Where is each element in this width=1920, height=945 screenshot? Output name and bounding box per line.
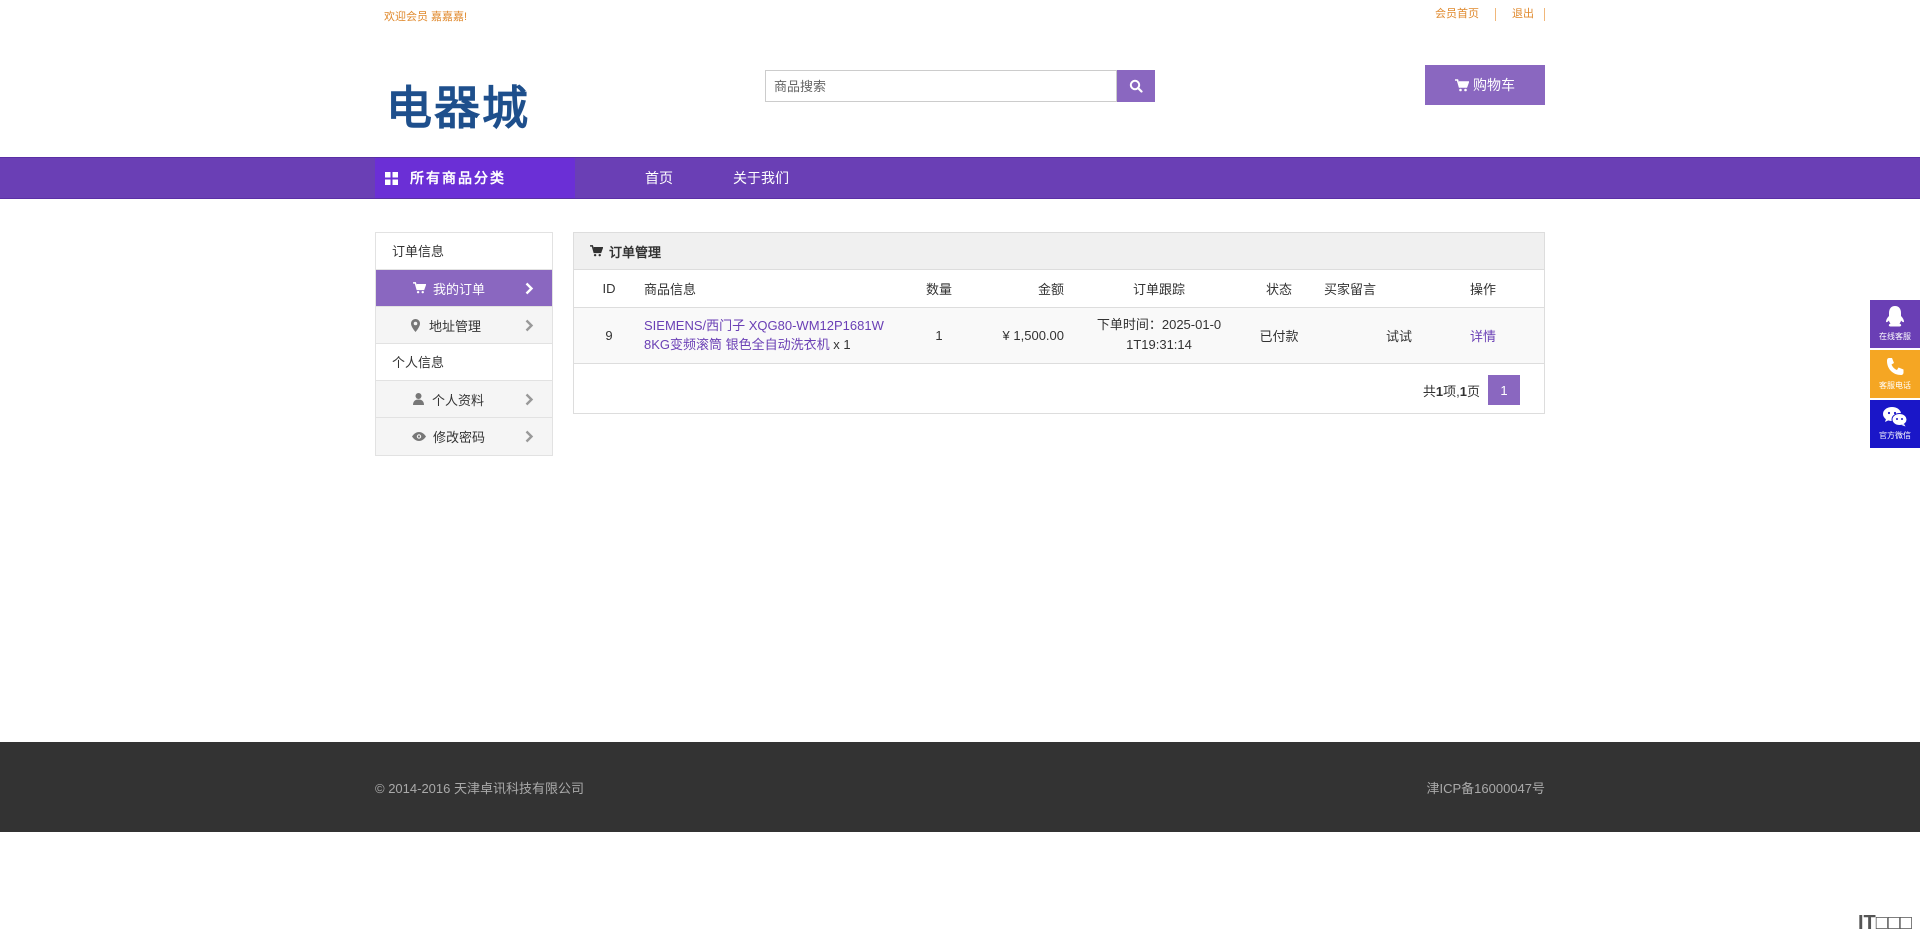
site-logo[interactable]: 电器城 (386, 72, 530, 138)
search-bar (765, 70, 1155, 102)
site-footer: © 2014-2016 天津卓讯科技有限公司 津ICP备16000047号 (0, 742, 1920, 832)
col-qty: 数量 (914, 270, 964, 308)
footer-copyright: © 2014-2016 天津卓讯科技有限公司 (375, 781, 584, 796)
order-id: 9 (574, 307, 644, 364)
top-links: 会员首页 退出 (1419, 8, 1545, 21)
user-icon (411, 393, 425, 405)
page-button-current[interactable]: 1 (1488, 375, 1520, 405)
col-status: 状态 (1244, 270, 1314, 308)
page: 欢迎会员 嘉嘉嘉! 会员首页 退出 电器城 购物车 (0, 0, 1920, 945)
float-label: 官方微信 (1879, 431, 1911, 440)
col-tracking: 订单跟踪 (1074, 270, 1244, 308)
nav-about-link[interactable]: 关于我们 (733, 158, 789, 198)
member-home-link[interactable]: 会员首页 (1419, 8, 1496, 21)
order-amount: ¥ 1,500.00 (964, 307, 1074, 364)
phone-icon (1887, 358, 1904, 375)
col-product: 商品信息 (644, 270, 914, 308)
float-label: 客服电话 (1879, 381, 1911, 390)
order-table: ID 商品信息 数量 金额 订单跟踪 状态 买家留言 操作 9 SIEMENS/… (574, 270, 1544, 364)
col-amount: 金额 (964, 270, 1074, 308)
panel-header: 订单管理 (574, 233, 1544, 270)
product-qty-suffix: x 1 (833, 337, 851, 352)
float-wechat[interactable]: 官方微信 (1870, 400, 1920, 448)
order-panel: 订单管理 ID 商品信息 数量 金额 订单跟踪 状态 买家留言 操作 9 SIE… (573, 232, 1545, 414)
table-header-row: ID 商品信息 数量 金额 订单跟踪 状态 买家留言 操作 (574, 270, 1544, 308)
pager-summary: 共1项,1页 (1422, 383, 1480, 399)
wechat-icon (1883, 407, 1907, 427)
map-marker-icon (408, 318, 422, 332)
order-product: SIEMENS/西门子 XQG80-WM12P1681W 8KG变频滚筒 银色全… (644, 307, 914, 364)
sidebar-item-password[interactable]: 修改密码 (376, 418, 552, 455)
sidebar-item-my-orders[interactable]: 我的订单 (376, 270, 552, 307)
sidebar-item-label: 个人资料 (432, 392, 485, 408)
cart-icon (590, 245, 603, 257)
cart-icon (412, 282, 426, 294)
sidebar-item-profile[interactable]: 个人资料 (376, 381, 552, 418)
col-message: 买家留言 (1314, 270, 1444, 308)
grid-icon (385, 171, 398, 185)
logout-link[interactable]: 退出 (1496, 8, 1545, 21)
col-action: 操作 (1444, 270, 1544, 308)
member-sidebar: 订单信息 我的订单 地址管理 个人信息 个人资料 修改密码 (375, 232, 553, 456)
nav-home-link[interactable]: 首页 (645, 158, 673, 198)
pagination: 共1项,1页 1 (1423, 375, 1520, 405)
table-row: 9 SIEMENS/西门子 XQG80-WM12P1681W 8KG变频滚筒 银… (574, 307, 1544, 364)
float-online-service[interactable]: 在线客服 (1870, 300, 1920, 348)
eye-icon (412, 432, 426, 441)
sidebar-group-orders: 订单信息 (376, 233, 552, 270)
search-button[interactable] (1117, 70, 1155, 102)
all-categories-label: 所有商品分类 (410, 170, 506, 186)
footer-icp[interactable]: 津ICP备16000047号 (1426, 778, 1545, 797)
corner-watermark: IT□□□ (1857, 912, 1912, 934)
order-status: 已付款 (1244, 307, 1314, 364)
col-id: ID (574, 270, 644, 308)
chevron-right-icon (525, 393, 534, 406)
order-message: 试试 (1314, 307, 1444, 364)
float-label: 在线客服 (1879, 332, 1911, 341)
main-nav: 所有商品分类 首页 关于我们 (0, 157, 1920, 199)
welcome-text: 欢迎会员 嘉嘉嘉! (384, 11, 468, 23)
all-categories-button[interactable]: 所有商品分类 (375, 158, 575, 198)
sidebar-item-label: 地址管理 (429, 318, 482, 334)
sidebar-group-personal: 个人信息 (376, 344, 552, 381)
order-time: 下单时间：2025-01-01T19:31:14 (1096, 317, 1222, 352)
sidebar-item-label: 修改密码 (433, 430, 486, 445)
chevron-right-icon (525, 430, 534, 443)
chevron-right-icon (525, 282, 534, 295)
cart-button[interactable]: 购物车 (1425, 65, 1545, 105)
sidebar-item-label: 我的订单 (433, 281, 486, 297)
chevron-right-icon (525, 319, 534, 332)
qq-icon (1886, 306, 1904, 327)
search-icon (1129, 79, 1143, 93)
order-detail-link[interactable]: 详情 (1470, 329, 1496, 344)
float-phone-service[interactable]: 客服电话 (1870, 350, 1920, 398)
search-input[interactable] (765, 70, 1117, 102)
order-tracking: 下单时间：2025-01-01T19:31:14 (1074, 307, 1244, 364)
sidebar-item-address[interactable]: 地址管理 (376, 307, 552, 344)
panel-title: 订单管理 (609, 244, 662, 260)
order-action: 详情 (1444, 307, 1544, 364)
cart-label: 购物车 (1473, 77, 1515, 93)
cart-icon (1455, 78, 1469, 91)
top-bar: 欢迎会员 嘉嘉嘉! 会员首页 退出 (384, 8, 1545, 26)
order-qty: 1 (914, 307, 964, 364)
float-service-bar: 在线客服 客服电话 官方微信 (1870, 300, 1920, 450)
